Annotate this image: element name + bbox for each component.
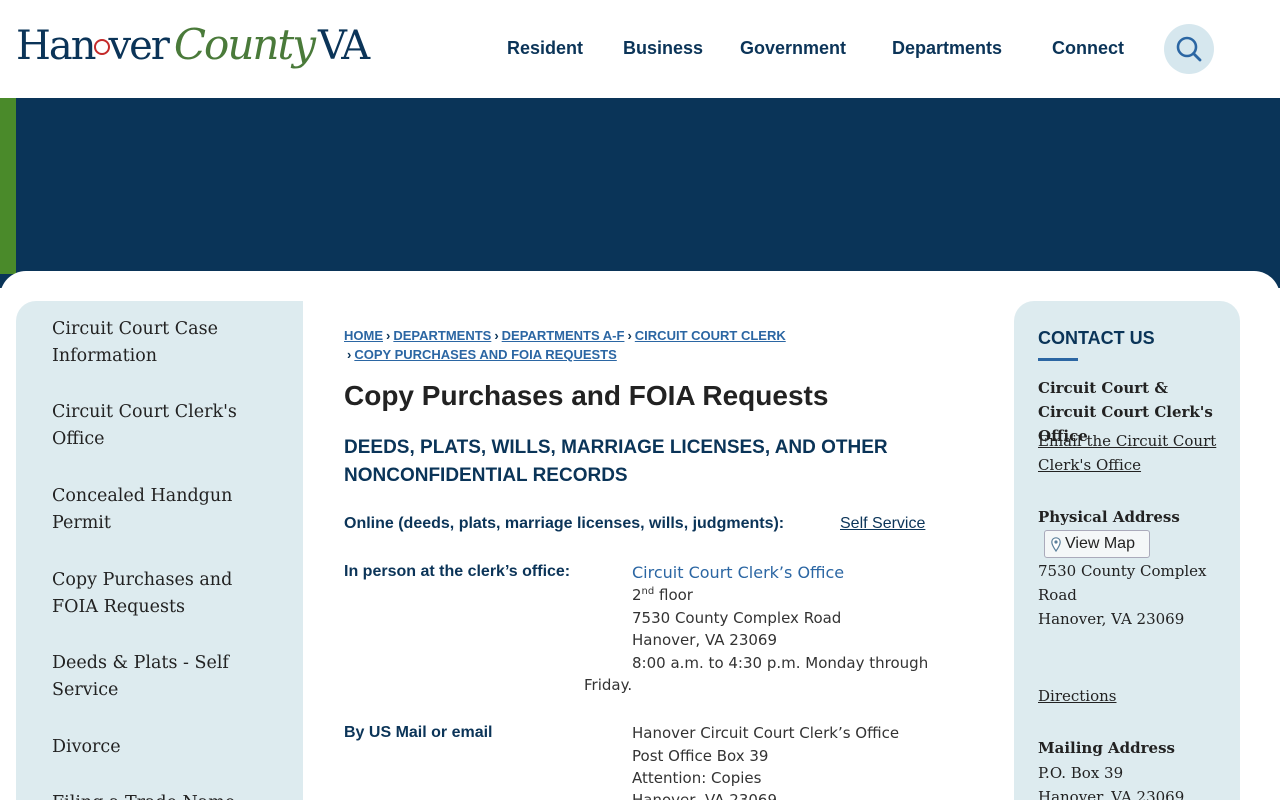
hero-banner [0, 98, 1280, 288]
directions-link[interactable]: Directions [1038, 684, 1117, 708]
section-heading: DEEDS, PLATS, WILLS, MARRIAGE LICENSES, … [344, 437, 888, 486]
nav-business[interactable]: Business [623, 38, 703, 59]
breadcrumb-separator: › [386, 328, 391, 343]
view-map-button[interactable]: View Map [1044, 530, 1150, 558]
mail-line-attention: Attention: Copies [632, 769, 762, 787]
breadcrumb-circuit-court-clerk[interactable]: CIRCUIT COURT CLERK [635, 328, 786, 343]
logo-wordmark-hanover: Han ver [16, 23, 170, 69]
city-state-zip: Hanover, VA 23069 [632, 631, 778, 649]
office-hours-cont: Friday. [584, 676, 633, 694]
sidebar-item-case-information[interactable]: Circuit Court Case Information [52, 316, 242, 370]
nav-government[interactable]: Government [740, 38, 846, 59]
sidebar-item-copy-purchases[interactable]: Copy Purchases and FOIA Requests [52, 567, 242, 621]
breadcrumb-departments[interactable]: DEPARTMENTS [393, 328, 491, 343]
sidebar-item-divorce[interactable]: Divorce [52, 734, 242, 761]
mail-line-pobox: Post Office Box 39 [632, 747, 769, 765]
sidebar-item-deeds-plats[interactable]: Deeds & Plats - Self Service [52, 650, 242, 704]
physical-address-label: Physical Address [1038, 508, 1180, 526]
in-person-label: In person at the clerk’s office: [344, 563, 571, 580]
sidebar-item-clerks-office[interactable]: Circuit Court Clerk's Office [52, 399, 242, 453]
breadcrumb-separator: › [347, 347, 352, 362]
breadcrumb-home[interactable]: HOME [344, 328, 383, 343]
section-sidebar: Circuit Court Case Information Circuit C… [16, 301, 303, 800]
sidebar-item-handgun-permit[interactable]: Concealed Handgun Permit [52, 483, 242, 537]
nav-connect[interactable]: Connect [1052, 38, 1124, 59]
map-pin-icon [1051, 537, 1061, 552]
office-hours: 8:00 a.m. to 4:30 p.m. Monday through [632, 654, 929, 672]
breadcrumb: HOME › DEPARTMENTS › DEPARTMENTS A-F › CIRCUIT… [344, 326, 944, 364]
site-header: Han ver County VA Resident Business Governm… [0, 0, 1280, 98]
self-service-link[interactable]: Self Service [840, 515, 925, 533]
logo-wordmark-county: County [173, 20, 316, 69]
mailing-address-pobox: P.O. Box 39 [1038, 764, 1124, 782]
page-title: Copy Purchases and FOIA Requests [344, 380, 829, 411]
county-logo[interactable]: Han ver County VA [16, 20, 370, 80]
physical-address-city: Hanover, VA 23069 [1038, 610, 1185, 628]
physical-address-street: 7530 County Complex Road [1038, 562, 1207, 604]
logo-wordmark-va: VA [318, 23, 370, 69]
sidebar-item-trade-name[interactable]: Filing a Trade Name [52, 790, 242, 800]
breadcrumb-current-page[interactable]: COPY PURCHASES AND FOIA REQUESTS [354, 347, 616, 362]
street-address: 7530 County Complex Road [632, 609, 842, 627]
search-icon [1176, 36, 1202, 62]
mailing-address-city: Hanover, VA 23069 [1038, 788, 1185, 800]
clerks-office-name: Circuit Court Clerk’s Office [632, 563, 845, 582]
contact-title: CONTACT US [1038, 328, 1155, 348]
breadcrumb-departments-a-f[interactable]: DEPARTMENTS A-F [502, 328, 625, 343]
view-map-label: View Map [1065, 535, 1135, 552]
floor-line: 2nd floor [632, 586, 693, 604]
search-button[interactable] [1164, 24, 1214, 74]
mail-label: By US Mail or email [344, 724, 493, 741]
apple-icon [93, 39, 110, 55]
mailing-address-label: Mailing Address [1038, 739, 1175, 757]
mail-line-city: Hanover, VA 23069 [632, 791, 778, 800]
nav-resident[interactable]: Resident [507, 38, 583, 59]
online-label: Online (deeds, plats, marriage licenses,… [344, 515, 785, 532]
nav-departments[interactable]: Departments [892, 38, 1002, 59]
breadcrumb-separator: › [627, 328, 632, 343]
mail-line-office: Hanover Circuit Court Clerk’s Office [632, 724, 900, 742]
breadcrumb-separator: › [494, 328, 499, 343]
contact-email-link[interactable]: Email the Circuit Court Clerk's Office [1038, 429, 1228, 477]
contact-title-rule [1038, 358, 1078, 361]
hero-accent-bar [0, 98, 16, 274]
